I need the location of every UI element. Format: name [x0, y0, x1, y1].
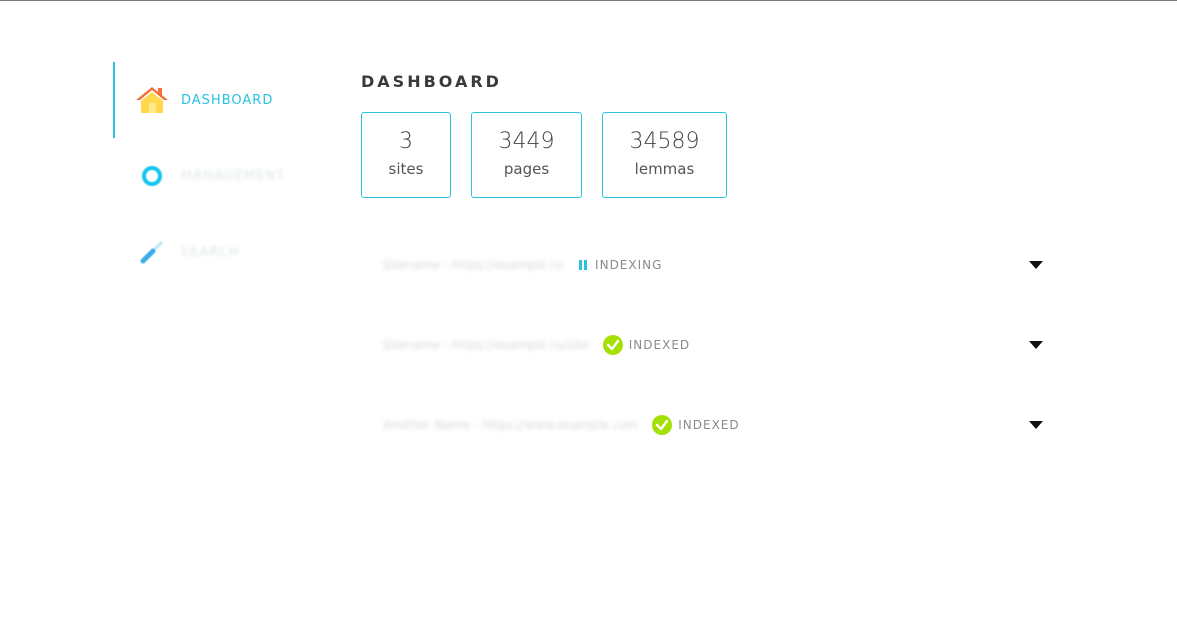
sidebar-item-label: DASHBOARD [181, 92, 274, 108]
stat-sites: 3 sites [361, 112, 451, 198]
pause-icon [577, 259, 589, 271]
stat-value: 3 [399, 129, 413, 154]
top-border [0, 0, 1177, 1]
sidebar-item-search[interactable]: SEARCH [113, 214, 333, 290]
check-circle-icon [602, 335, 623, 355]
sidebar-item-dashboard[interactable]: DASHBOARD [113, 62, 333, 138]
page-title: DASHBOARD [361, 71, 502, 91]
circle-icon [135, 159, 169, 193]
sidebar-item-label: MANAGEMENT [181, 168, 285, 184]
site-name: Sitename - https://example.ru/site [383, 338, 589, 352]
expand-arrow-icon[interactable] [1029, 261, 1043, 269]
stat-pages: 3449 pages [471, 112, 582, 198]
sidebar-item-management[interactable]: MANAGEMENT [113, 138, 333, 214]
stat-value: 34589 [629, 129, 700, 154]
pen-icon [135, 235, 169, 269]
check-circle-icon [652, 415, 673, 435]
status-badge: INDEXED [678, 418, 740, 432]
expand-arrow-icon[interactable] [1029, 341, 1043, 349]
stat-label: pages [503, 160, 550, 178]
sidebar-item-label: SEARCH [181, 244, 240, 260]
site-row[interactable]: Another Name - https://www.example.com I… [383, 414, 1043, 436]
status-badge: INDEXED [628, 338, 691, 352]
home-icon [135, 83, 169, 117]
site-row[interactable]: Sitename - https://example.ru/site INDEX… [383, 334, 1043, 356]
expand-arrow-icon[interactable] [1029, 421, 1043, 429]
stat-value: 3449 [498, 129, 555, 154]
stat-label: lemmas [634, 160, 695, 178]
site-name: Sitename - https://example.ru [383, 258, 564, 272]
stat-lemmas: 34589 lemmas [602, 112, 727, 198]
site-row[interactable]: Sitename - https://example.ru INDEXING [383, 254, 1043, 276]
site-name: Another Name - https://www.example.com [383, 418, 639, 432]
sidebar: DASHBOARD MANAGEMENT SEARCH [113, 62, 333, 290]
status-badge: INDEXING [595, 258, 663, 272]
stat-label: sites [388, 160, 424, 178]
